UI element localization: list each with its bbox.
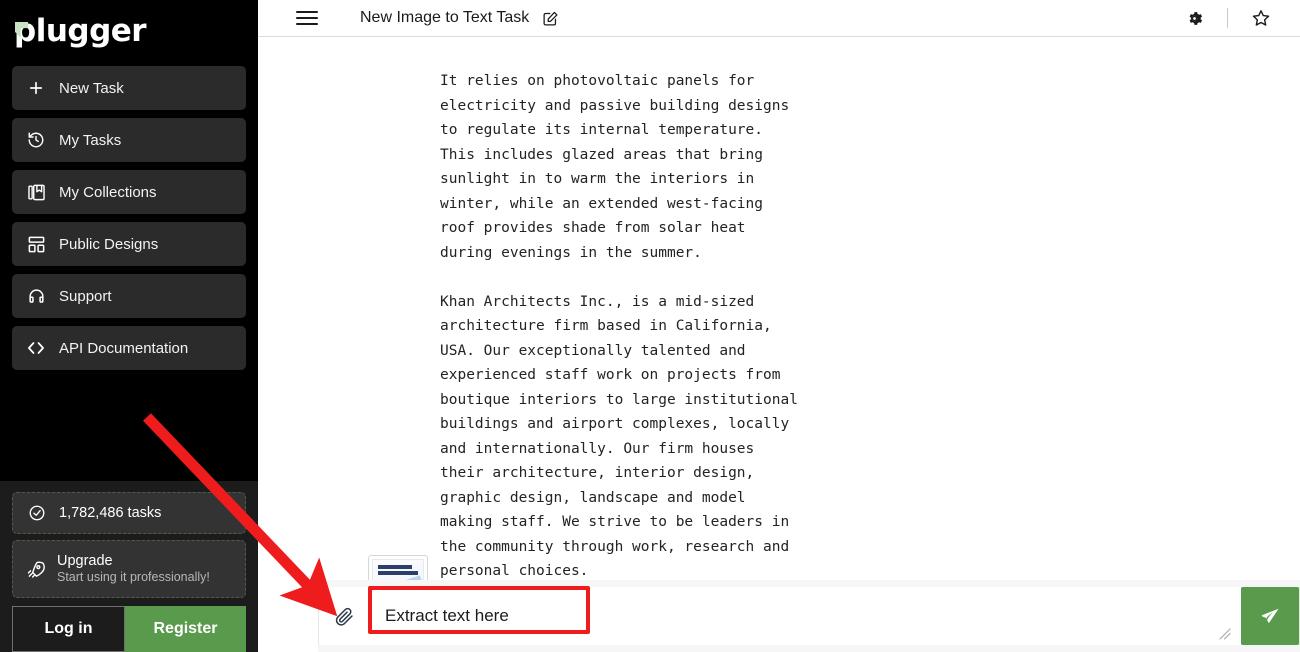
sidebar-item-support[interactable]: Support — [12, 274, 246, 318]
sidebar-item-api-documentation[interactable]: API Documentation — [12, 326, 246, 370]
topbar: New Image to Text Task — [258, 0, 1300, 37]
register-button[interactable]: Register — [125, 606, 246, 652]
collections-book-icon — [26, 182, 46, 202]
star-icon[interactable] — [1244, 1, 1278, 35]
hamburger-icon[interactable] — [296, 7, 318, 29]
edit-square-icon[interactable] — [542, 10, 559, 27]
plus-icon — [26, 78, 46, 98]
send-button[interactable] — [1241, 587, 1299, 645]
topbar-divider — [1227, 8, 1228, 28]
composer-bar — [318, 580, 1300, 652]
upgrade-cta[interactable]: Upgrade Start using it professionally! — [12, 540, 246, 598]
brand-name: plugger — [14, 13, 147, 49]
sidebar-item-label: Support — [59, 287, 112, 305]
sidebar-item-label: My Tasks — [59, 131, 122, 149]
check-circle-icon — [27, 503, 47, 523]
sidebar-nav: New Task My Tasks My Collections Public … — [0, 62, 258, 370]
auth-buttons: Log in Register — [12, 606, 246, 652]
thumbnail-heading-line — [378, 565, 412, 569]
send-plane-icon — [1261, 608, 1279, 623]
sidebar-item-my-tasks[interactable]: My Tasks — [12, 118, 246, 162]
topbar-actions — [1177, 1, 1278, 35]
sidebar-footer: 1,782,486 tasks Upgrade Start using it p… — [0, 481, 258, 652]
sidebar-item-label: API Documentation — [59, 339, 189, 357]
main-area: New Image to Text Task It relies on phot… — [258, 0, 1300, 652]
extracted-document-text: It relies on photovoltaic panels for ele… — [440, 73, 798, 579]
brand-logo-text: plugger — [14, 13, 147, 49]
upgrade-subtitle: Start using it professionally! — [57, 570, 210, 585]
composer-input-wrap — [369, 587, 1241, 645]
sidebar-item-public-designs[interactable]: Public Designs — [12, 222, 246, 266]
paperclip-icon[interactable] — [319, 587, 369, 645]
code-brackets-icon — [26, 338, 46, 358]
page-title: New Image to Text Task — [360, 9, 530, 26]
sidebar-item-label: My Collections — [59, 183, 157, 201]
login-button[interactable]: Log in — [12, 606, 125, 652]
sidebar-item-my-collections[interactable]: My Collections — [12, 170, 246, 214]
thumbnail-heading-line — [378, 571, 418, 575]
headset-icon — [26, 286, 46, 306]
rocket-icon — [26, 559, 46, 579]
composer-inner — [318, 587, 1300, 645]
brand-logo[interactable]: plugger — [0, 0, 258, 62]
sidebar: plugger New Task My Tasks My Collections… — [0, 0, 258, 652]
app-root: plugger New Task My Tasks My Collections… — [0, 0, 1300, 652]
content-area: It relies on photovoltaic panels for ele… — [258, 37, 1300, 652]
sidebar-item-label: New Task — [59, 79, 124, 97]
upgrade-text: Upgrade Start using it professionally! — [57, 552, 210, 586]
sidebar-item-label: Public Designs — [59, 235, 159, 253]
task-count-label: 1,782,486 tasks — [59, 505, 162, 521]
upgrade-title: Upgrade — [57, 553, 113, 570]
search-input[interactable] — [369, 587, 1241, 645]
task-count-badge: 1,782,486 tasks — [12, 492, 246, 534]
history-clock-icon — [26, 130, 46, 150]
gear-icon[interactable] — [1177, 1, 1211, 35]
layout-grid-icon — [26, 234, 46, 254]
sidebar-item-new-task[interactable]: New Task — [12, 66, 246, 110]
